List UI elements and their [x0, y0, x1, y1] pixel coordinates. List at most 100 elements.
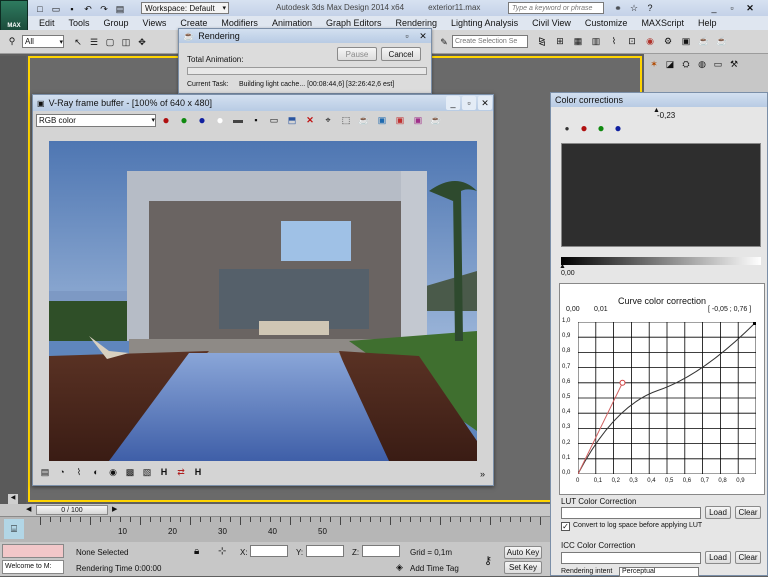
create-tab-icon[interactable]: ✶ — [647, 57, 661, 71]
h-marker-1-icon[interactable]: H — [157, 465, 171, 479]
lock-selection-icon[interactable]: 🔒︎ — [194, 546, 199, 557]
h-marker-2-icon[interactable]: H — [191, 465, 205, 479]
track-bar[interactable]: ⌸ 10 20 30 40 50 — [0, 516, 550, 542]
modify-tab-icon[interactable]: ◪ — [663, 57, 677, 71]
set-key-button[interactable]: Set Key — [504, 561, 542, 574]
new-file-icon[interactable]: □ — [33, 2, 47, 16]
icc-icon[interactable]: ▩ — [123, 465, 137, 479]
menu-views[interactable]: Views — [136, 17, 174, 30]
cc-red-channel-icon[interactable]: ● — [577, 121, 591, 135]
open-file-icon[interactable]: ▭ — [49, 2, 63, 16]
select-by-name-icon[interactable]: ☰ — [87, 35, 101, 49]
render-last-icon[interactable]: ☕ — [357, 113, 371, 127]
render-image[interactable] — [49, 141, 477, 461]
add-time-tag[interactable]: Add Time Tag — [410, 564, 459, 573]
rendered-frame-icon[interactable]: ▣ — [679, 34, 693, 48]
maximize-icon[interactable]: ▫ — [725, 1, 739, 15]
icc-file-field[interactable] — [561, 552, 701, 564]
help-search-input[interactable]: Type a keyword or phrase — [508, 2, 604, 14]
redo-icon[interactable]: ↷ — [97, 2, 111, 16]
cancel-button[interactable]: Cancel — [381, 47, 421, 61]
icc-clear-button[interactable]: Clear — [735, 551, 761, 564]
scroll-left-arrow[interactable]: ◀ — [8, 494, 18, 504]
select-object-icon[interactable]: ↖ — [71, 35, 85, 49]
minimize-icon[interactable]: _ — [707, 1, 721, 15]
compare-icon[interactable]: ⇄ — [174, 465, 188, 479]
menu-maxscript[interactable]: MAXScript — [634, 17, 691, 30]
cc-all-channels-icon[interactable]: ● — [560, 121, 574, 135]
cc-green-channel-icon[interactable]: ● — [594, 121, 608, 135]
utilities-tab-icon[interactable]: ⚒ — [727, 57, 741, 71]
menu-help[interactable]: Help — [691, 17, 724, 30]
channel-dropdown[interactable]: RGB color ▾ — [36, 113, 156, 127]
dialog-restore-icon[interactable]: ▫ — [400, 29, 414, 43]
minimize-icon[interactable]: _ — [446, 96, 460, 110]
convert-log-checkbox[interactable]: ✓ — [561, 522, 570, 531]
menu-group[interactable]: Group — [97, 17, 136, 30]
levels-icon[interactable]: ◔ — [55, 465, 69, 479]
teapot-icon[interactable]: ☕ — [429, 113, 443, 127]
track-bar-icon[interactable]: ⌸ — [4, 519, 24, 539]
lut-file-field[interactable] — [561, 507, 701, 519]
close-icon[interactable]: ✕ — [743, 1, 757, 15]
color-corrections-icon[interactable]: ▣ — [393, 113, 407, 127]
level-gradient-bar[interactable] — [561, 257, 761, 265]
z-coordinate-field[interactable] — [362, 545, 400, 557]
binoculars-icon[interactable]: ⚭ — [611, 1, 625, 15]
star-icon[interactable]: ☆ — [627, 1, 641, 15]
help-icon[interactable]: ? — [643, 1, 657, 15]
lut-clear-button[interactable]: Clear — [735, 506, 761, 519]
curve-graph[interactable] — [578, 322, 756, 474]
blue-channel-icon[interactable]: ● — [195, 113, 209, 127]
hierarchy-tab-icon[interactable]: ⛭ — [679, 57, 693, 71]
auto-key-button[interactable]: Auto Key — [504, 546, 542, 559]
graphite-ribbon-icon[interactable]: ▥ — [589, 34, 603, 48]
mirror-icon[interactable]: ⧎ — [535, 34, 549, 48]
region-render-icon[interactable]: ⬚ — [339, 113, 353, 127]
link-icon[interactable]: ⚲ — [5, 34, 19, 48]
level-marker-icon[interactable]: ▲ — [559, 263, 566, 270]
selection-filter-dropdown[interactable]: All ▾ — [22, 35, 64, 48]
save-file-icon[interactable]: ▪ — [65, 2, 79, 16]
time-slider-thumb[interactable]: 0 / 100 — [36, 505, 108, 515]
history-icon[interactable]: ▤ — [38, 465, 52, 479]
save-image-icon[interactable]: ▪ — [249, 113, 263, 127]
app-logo[interactable]: MAX — [0, 0, 28, 32]
load-image-icon[interactable]: ▭ — [267, 113, 281, 127]
menu-customize[interactable]: Customize — [578, 17, 635, 30]
maxscript-listener[interactable] — [2, 544, 64, 558]
add-time-tag-icon[interactable]: ◈ — [396, 562, 403, 573]
close-icon[interactable]: ✕ — [416, 29, 430, 43]
absolute-mode-icon[interactable]: ⊹ — [218, 546, 226, 557]
expand-arrows-icon[interactable]: » — [480, 469, 485, 479]
exposure-icon[interactable]: ◐ — [89, 465, 103, 479]
motion-tab-icon[interactable]: ◍ — [695, 57, 709, 71]
curve-input-b[interactable]: 0,01 — [594, 306, 608, 313]
curve-end-point[interactable] — [753, 322, 756, 325]
lut-load-button[interactable]: Load — [705, 506, 731, 519]
red-channel-icon[interactable]: ● — [159, 113, 173, 127]
icc-load-button[interactable]: Load — [705, 551, 731, 564]
hold-icon[interactable]: ▤ — [113, 2, 127, 16]
render-setup-icon[interactable]: ⚙ — [661, 34, 675, 48]
lens-effects-icon[interactable]: ▣ — [375, 113, 389, 127]
render-iterative-icon[interactable]: ☕ — [715, 34, 729, 48]
display-correction-icon[interactable]: ▧ — [140, 465, 154, 479]
curve-input-a[interactable]: 0,00 — [566, 306, 580, 313]
lut-icon[interactable]: ◉ — [106, 465, 120, 479]
selection-set-dropdown[interactable]: Create Selection Se — [452, 35, 528, 48]
material-editor-icon[interactable]: ◉ — [643, 34, 657, 48]
align-icon[interactable]: ⊞ — [553, 34, 567, 48]
undo-icon[interactable]: ↶ — [81, 2, 95, 16]
schematic-view-icon[interactable]: ⊡ — [625, 34, 639, 48]
welcome-text-box[interactable]: Welcome to M: — [2, 560, 64, 574]
curve-editor-icon[interactable]: ⌇ — [607, 34, 621, 48]
maximize-icon[interactable]: ▫ — [462, 96, 476, 110]
green-channel-icon[interactable]: ● — [177, 113, 191, 127]
y-coordinate-field[interactable] — [306, 545, 344, 557]
alpha-channel-icon[interactable]: ▬ — [231, 113, 245, 127]
clear-image-icon[interactable]: ✕ — [303, 113, 317, 127]
display-tab-icon[interactable]: ▭ — [711, 57, 725, 71]
open-folder-icon[interactable]: ⬒ — [285, 113, 299, 127]
edit-named-sets-icon[interactable]: ✎ — [437, 35, 451, 49]
